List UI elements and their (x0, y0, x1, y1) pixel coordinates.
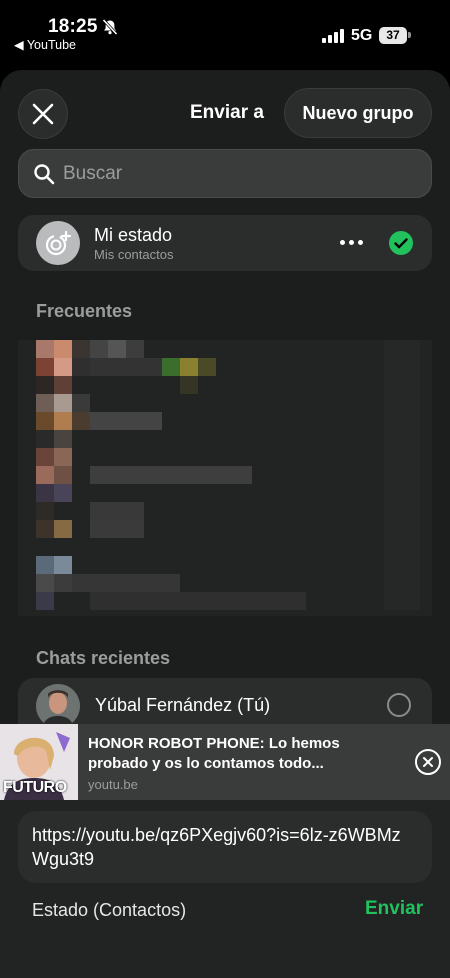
status-audience-selector[interactable]: Estado (Contactos) (32, 900, 186, 921)
compose-panel: FUTURO HONOR ROBOT PHONE: Lo hemos proba… (0, 724, 450, 978)
selected-check-icon[interactable] (389, 231, 413, 255)
status-add-icon (45, 230, 72, 256)
link-preview[interactable]: FUTURO HONOR ROBOT PHONE: Lo hemos proba… (0, 724, 450, 800)
signal-icon (322, 29, 344, 43)
status-title: Mi estado (94, 225, 173, 245)
network-type: 5G (351, 27, 373, 44)
recent-chats-heading: Chats recientes (36, 648, 171, 668)
more-options-icon[interactable] (340, 239, 364, 247)
close-icon (32, 103, 54, 125)
message-text[interactable]: https://youtu.be/qz6PXegjv60?is=6lz-z6WB… (32, 823, 412, 871)
back-to-app-link[interactable]: ◀ YouTube (14, 37, 76, 52)
search-input[interactable] (63, 150, 423, 197)
link-thumbnail: FUTURO (0, 724, 78, 800)
frequent-contacts-pixelated (18, 340, 432, 616)
status-time: 18:25 (48, 16, 98, 37)
remove-preview-button[interactable] (415, 749, 441, 775)
avatar (36, 684, 80, 728)
status-avatar (36, 221, 80, 265)
battery-tip (408, 32, 411, 38)
thumbnail-text: FUTURO (3, 779, 67, 796)
send-button[interactable]: Enviar (365, 898, 423, 920)
battery-icon: 37 (379, 27, 407, 44)
frequent-heading: Frecuentes (36, 301, 133, 321)
bell-muted-icon (102, 18, 118, 36)
close-button[interactable] (18, 89, 68, 139)
status-subtitle: Mis contactos (94, 247, 174, 262)
select-radio[interactable] (387, 693, 411, 717)
new-group-button[interactable]: Nuevo grupo (284, 88, 432, 138)
status-bar: 18:25 ◀ YouTube 5G 37 (0, 0, 450, 62)
search-bar[interactable] (18, 149, 432, 198)
my-status-row[interactable]: Mi estado Mis contactos (18, 215, 432, 271)
search-icon (34, 164, 55, 185)
link-title: HONOR ROBOT PHONE: Lo hemos probado y os… (88, 735, 340, 772)
close-icon (423, 757, 433, 767)
chat-name: Yúbal Fernández (Tú) (95, 695, 271, 715)
link-domain: youtu.be (88, 777, 138, 792)
sheet-title: Enviar a (190, 102, 264, 123)
message-field[interactable]: https://youtu.be/qz6PXegjv60?is=6lz-z6WB… (18, 811, 432, 883)
